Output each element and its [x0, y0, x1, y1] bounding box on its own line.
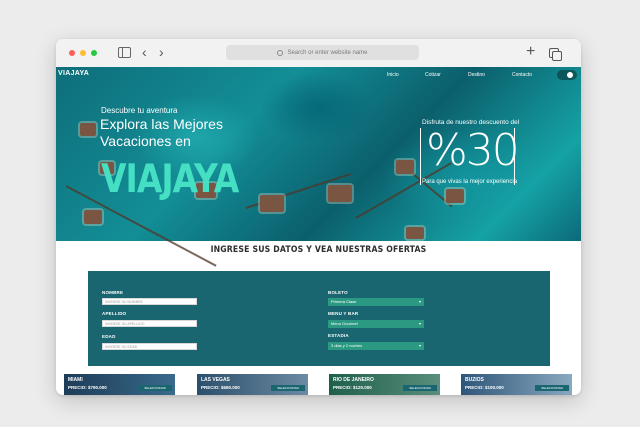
select-destination-button[interactable]: SELECCIONAR — [271, 385, 305, 391]
nombre-label: NOMBRE — [102, 290, 124, 295]
card-city: LAS VEGAS — [201, 377, 230, 383]
card-price: PRECIO: $680.000 — [201, 385, 240, 390]
chevron-down-icon: ▾ — [418, 343, 421, 348]
tab-overview-icon[interactable] — [549, 48, 562, 61]
edad-input[interactable]: INGRESE SU EDAD — [102, 343, 197, 350]
edad-label: EDAD — [102, 334, 116, 339]
menu-bar-select-value: Menu Gourmet — [331, 321, 358, 326]
boleto-label: BOLETO — [328, 290, 348, 295]
promo-discount-value: %30 — [426, 125, 520, 176]
bungalow-decoration — [328, 185, 352, 202]
select-destination-button[interactable]: SELECCIONAR — [403, 385, 437, 391]
bungalow-decoration — [446, 189, 464, 203]
estadia-select[interactable]: 3 dias y 2 noches ▾ — [328, 342, 424, 350]
sidebar-toggle-icon[interactable] — [118, 47, 131, 58]
theme-toggle[interactable] — [557, 70, 577, 80]
card-price: PRECIO: $790.000 — [68, 385, 107, 390]
destination-card-rio-de-janeiro[interactable]: RIO DE JANEIRO PRECIO: $120.000 SELECCIO… — [329, 374, 440, 395]
card-city: BUZIOS — [465, 377, 484, 383]
apellido-input[interactable]: INGRESE SU APELLIDO — [102, 320, 197, 327]
minimize-window-button[interactable] — [80, 50, 86, 56]
bungalow-decoration — [406, 227, 424, 239]
form-heading: INGRESE SUS DATOS Y VEA NUESTRAS OFERTAS — [210, 245, 427, 255]
zoom-window-button[interactable] — [91, 50, 97, 56]
forward-arrow-icon[interactable]: › — [159, 44, 164, 60]
card-city: MIAMI — [68, 377, 83, 383]
promo-subcaption: Para que vivas la mejor experiencia — [422, 179, 518, 185]
destination-card-las-vegas[interactable]: LAS VEGAS PRECIO: $680.000 SELECCIONAR — [197, 374, 308, 395]
web-page: VIAJAYA Inicio Cotizar Destino Contacto … — [56, 67, 581, 395]
card-price: PRECIO: $100.000 — [465, 385, 504, 390]
address-bar-placeholder: Search or enter website name — [287, 49, 368, 56]
hero-kicker: Descubre tu aventura — [101, 106, 178, 115]
nav-link-destino[interactable]: Destino — [468, 72, 485, 78]
bungalow-decoration — [80, 123, 96, 136]
hero-headline: Explora las Mejores Vacaciones en — [100, 116, 223, 149]
nav-link-inicio[interactable]: Inicio — [387, 72, 399, 78]
estadia-select-value: 3 dias y 2 noches — [331, 343, 363, 348]
select-destination-button[interactable]: SELECCIONAR — [138, 385, 172, 391]
card-price: PRECIO: $120.000 — [333, 385, 372, 390]
nombre-input[interactable]: INGRESE SU NOMBRE — [102, 298, 197, 305]
new-tab-plus-icon[interactable]: + — [526, 42, 535, 62]
bungalow-decoration — [396, 160, 414, 174]
chevron-down-icon: ▾ — [418, 299, 421, 304]
nav-link-cotizar[interactable]: Cotizar — [425, 72, 441, 78]
estadia-label: ESTADIA — [328, 333, 349, 338]
bungalow-decoration — [84, 210, 102, 224]
address-bar[interactable]: Search or enter website name — [226, 45, 419, 60]
apellido-label: APELLIDO — [102, 311, 127, 316]
search-icon — [277, 49, 284, 56]
card-city: RIO DE JANEIRO — [333, 377, 374, 383]
destination-card-miami[interactable]: MIAMI PRECIO: $790.000 SELECCIONAR — [64, 374, 175, 395]
select-destination-button[interactable]: SELECCIONAR — [535, 385, 569, 391]
browser-window: ‹ › Search or enter website name + VIAJA… — [56, 39, 581, 395]
browser-toolbar: ‹ › Search or enter website name + — [56, 39, 581, 68]
destination-card-buzios[interactable]: BUZIOS PRECIO: $100.000 SELECCIONAR — [461, 374, 572, 395]
booking-form: NOMBRE INGRESE SU NOMBRE APELLIDO INGRES… — [88, 271, 550, 366]
chevron-down-icon: ▾ — [418, 321, 421, 326]
destination-cards: MIAMI PRECIO: $790.000 SELECCIONAR LAS V… — [56, 374, 581, 395]
boleto-select-value: Primera Clase — [331, 299, 357, 304]
bungalow-decoration — [260, 195, 284, 212]
boleto-select[interactable]: Primera Clase ▾ — [328, 298, 424, 306]
hero-brand: VIAJAYA — [101, 155, 239, 202]
nav-link-contacto[interactable]: Contacto — [512, 72, 532, 78]
site-logo[interactable]: VIAJAYA — [58, 70, 89, 77]
back-arrow-icon[interactable]: ‹ — [142, 44, 147, 60]
promo-frame-left-line — [420, 128, 421, 185]
hero-banner: VIAJAYA Inicio Cotizar Destino Contacto … — [56, 67, 581, 267]
menu-bar-label: MENU Y BAR — [328, 311, 359, 316]
close-window-button[interactable] — [69, 50, 75, 56]
menu-bar-select[interactable]: Menu Gourmet ▾ — [328, 320, 424, 328]
